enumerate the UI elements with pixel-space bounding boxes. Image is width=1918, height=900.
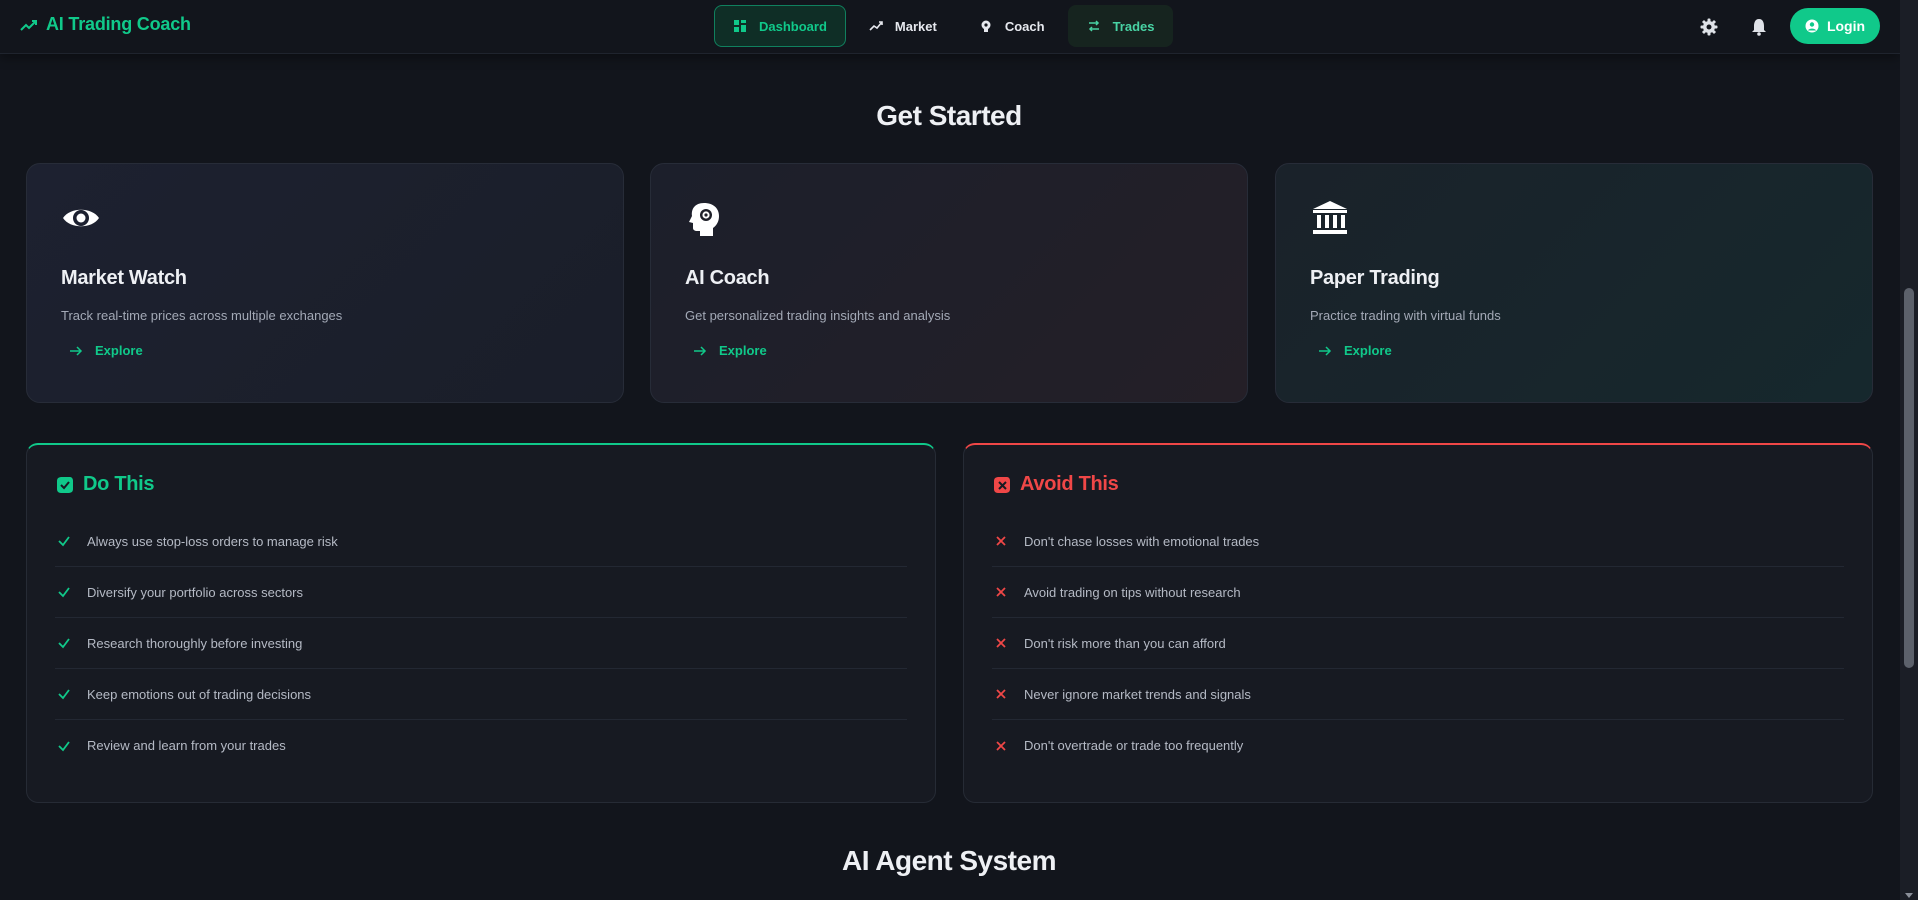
- card-ai-coach[interactable]: AI Coach Get personalized trading insigh…: [650, 163, 1248, 403]
- explore-label: Explore: [719, 343, 767, 358]
- nav-coach[interactable]: Coach: [960, 5, 1064, 47]
- scroll-down-arrow-icon[interactable]: [1905, 893, 1913, 898]
- nav-label: Coach: [1004, 18, 1045, 34]
- get-started-title: Get Started: [876, 100, 1022, 131]
- list-item-text: Avoid trading on tips without research: [1024, 584, 1241, 600]
- explore-label: Explore: [1344, 343, 1392, 358]
- list-item: Keep emotions out of trading decisions: [55, 669, 907, 720]
- trending-up-icon: [869, 21, 883, 31]
- x-icon: [996, 587, 1006, 597]
- list-item-text: Never ignore market trends and signals: [1024, 686, 1251, 702]
- list-item: Never ignore market trends and signals: [992, 669, 1844, 720]
- list-item-text: Don't chase losses with emotional trades: [1024, 533, 1260, 549]
- x-icon: [996, 536, 1006, 546]
- list-item: Don't chase losses with emotional trades: [992, 516, 1844, 567]
- do-list: Always use stop-loss orders to manage ri…: [55, 516, 907, 771]
- card-description: Practice trading with virtual funds: [1310, 308, 1501, 323]
- explore-link[interactable]: Explore: [685, 343, 1213, 358]
- list-item-text: Don't overtrade or trade too frequently: [1024, 738, 1244, 753]
- avoid-list: Don't chase losses with emotional trades…: [992, 516, 1844, 771]
- card-title: Paper Trading: [1310, 267, 1440, 289]
- x-badge-icon: [994, 476, 1010, 493]
- nav-dashboard[interactable]: Dashboard: [714, 5, 846, 47]
- card-paper-trading[interactable]: Paper Trading Practice trading with virt…: [1275, 163, 1873, 403]
- trending-up-icon: [20, 19, 37, 31]
- list-item-text: Keep emotions out of trading decisions: [87, 686, 312, 702]
- list-item-text: Don't risk more than you can afford: [1024, 635, 1226, 651]
- list-item: Research thoroughly before investing: [55, 618, 907, 669]
- gear-icon[interactable]: [1699, 17, 1719, 37]
- scrollbar-thumb[interactable]: [1904, 288, 1914, 668]
- brain-icon: [981, 20, 991, 32]
- nav-label: Market: [894, 18, 937, 34]
- page-scrollbar[interactable]: [1900, 0, 1918, 900]
- check-icon: [58, 689, 70, 700]
- arrow-right-icon: [694, 345, 707, 356]
- bank-icon: [1313, 201, 1347, 234]
- top-navbar: AI Trading Coach Dashboard Market Coach …: [0, 0, 1900, 54]
- check-icon: [58, 536, 70, 547]
- login-button[interactable]: Login: [1790, 8, 1880, 44]
- list-item: Always use stop-loss orders to manage ri…: [55, 516, 907, 567]
- card-title: Market Watch: [61, 267, 187, 289]
- nav-market[interactable]: Market: [850, 5, 956, 47]
- check-badge-icon: [57, 476, 73, 493]
- list-item-text: Research thoroughly before investing: [87, 635, 303, 651]
- grid-icon: [734, 20, 746, 32]
- list-item-text: Diversify your portfolio across sectors: [87, 584, 304, 600]
- nav-label: Dashboard: [759, 18, 827, 34]
- brand-logo[interactable]: AI Trading Coach: [20, 14, 191, 35]
- user-circle-icon: [1805, 19, 1819, 33]
- brain-gear-icon: [689, 203, 719, 236]
- check-icon: [58, 638, 70, 649]
- main-nav: Dashboard Market Coach Trades: [714, 5, 1174, 47]
- x-icon: [996, 689, 1006, 699]
- list-item-text: Review and learn from your trades: [87, 738, 286, 753]
- nav-label: Trades: [1112, 18, 1155, 34]
- x-icon: [996, 638, 1006, 648]
- bell-icon[interactable]: [1749, 17, 1769, 37]
- card-description: Track real-time prices across multiple e…: [61, 308, 343, 323]
- card-market-watch[interactable]: Market Watch Track real-time prices acro…: [26, 163, 624, 403]
- x-icon: [996, 740, 1006, 751]
- list-item-text: Always use stop-loss orders to manage ri…: [87, 533, 338, 549]
- login-label: Login: [1826, 18, 1866, 34]
- list-item: Don't overtrade or trade too frequently: [992, 720, 1844, 771]
- list-item: Review and learn from your trades: [55, 720, 907, 771]
- panel-title: Do This: [83, 473, 155, 495]
- swap-icon: [1088, 20, 1099, 32]
- brand-name: AI Trading Coach: [46, 14, 191, 34]
- ai-agent-system-title: AI Agent System: [842, 845, 1056, 876]
- list-item: Avoid trading on tips without research: [992, 567, 1844, 618]
- list-item: Diversify your portfolio across sectors: [55, 567, 907, 618]
- panel-title: Avoid This: [1020, 473, 1119, 495]
- explore-link[interactable]: Explore: [1310, 343, 1838, 358]
- arrow-right-icon: [1319, 345, 1332, 356]
- card-title: AI Coach: [685, 267, 770, 289]
- check-icon: [58, 587, 70, 598]
- arrow-right-icon: [70, 345, 83, 356]
- check-icon: [58, 740, 70, 751]
- eye-icon: [63, 209, 99, 227]
- card-description: Get personalized trading insights and an…: [685, 308, 951, 323]
- list-item: Don't risk more than you can afford: [992, 618, 1844, 669]
- do-this-panel: Do This Always use stop-loss orders to m…: [26, 443, 936, 803]
- avoid-this-panel: Avoid This Don't chase losses with emoti…: [963, 443, 1873, 803]
- explore-label: Explore: [95, 343, 143, 358]
- explore-link[interactable]: Explore: [61, 343, 589, 358]
- nav-trades[interactable]: Trades: [1067, 5, 1174, 47]
